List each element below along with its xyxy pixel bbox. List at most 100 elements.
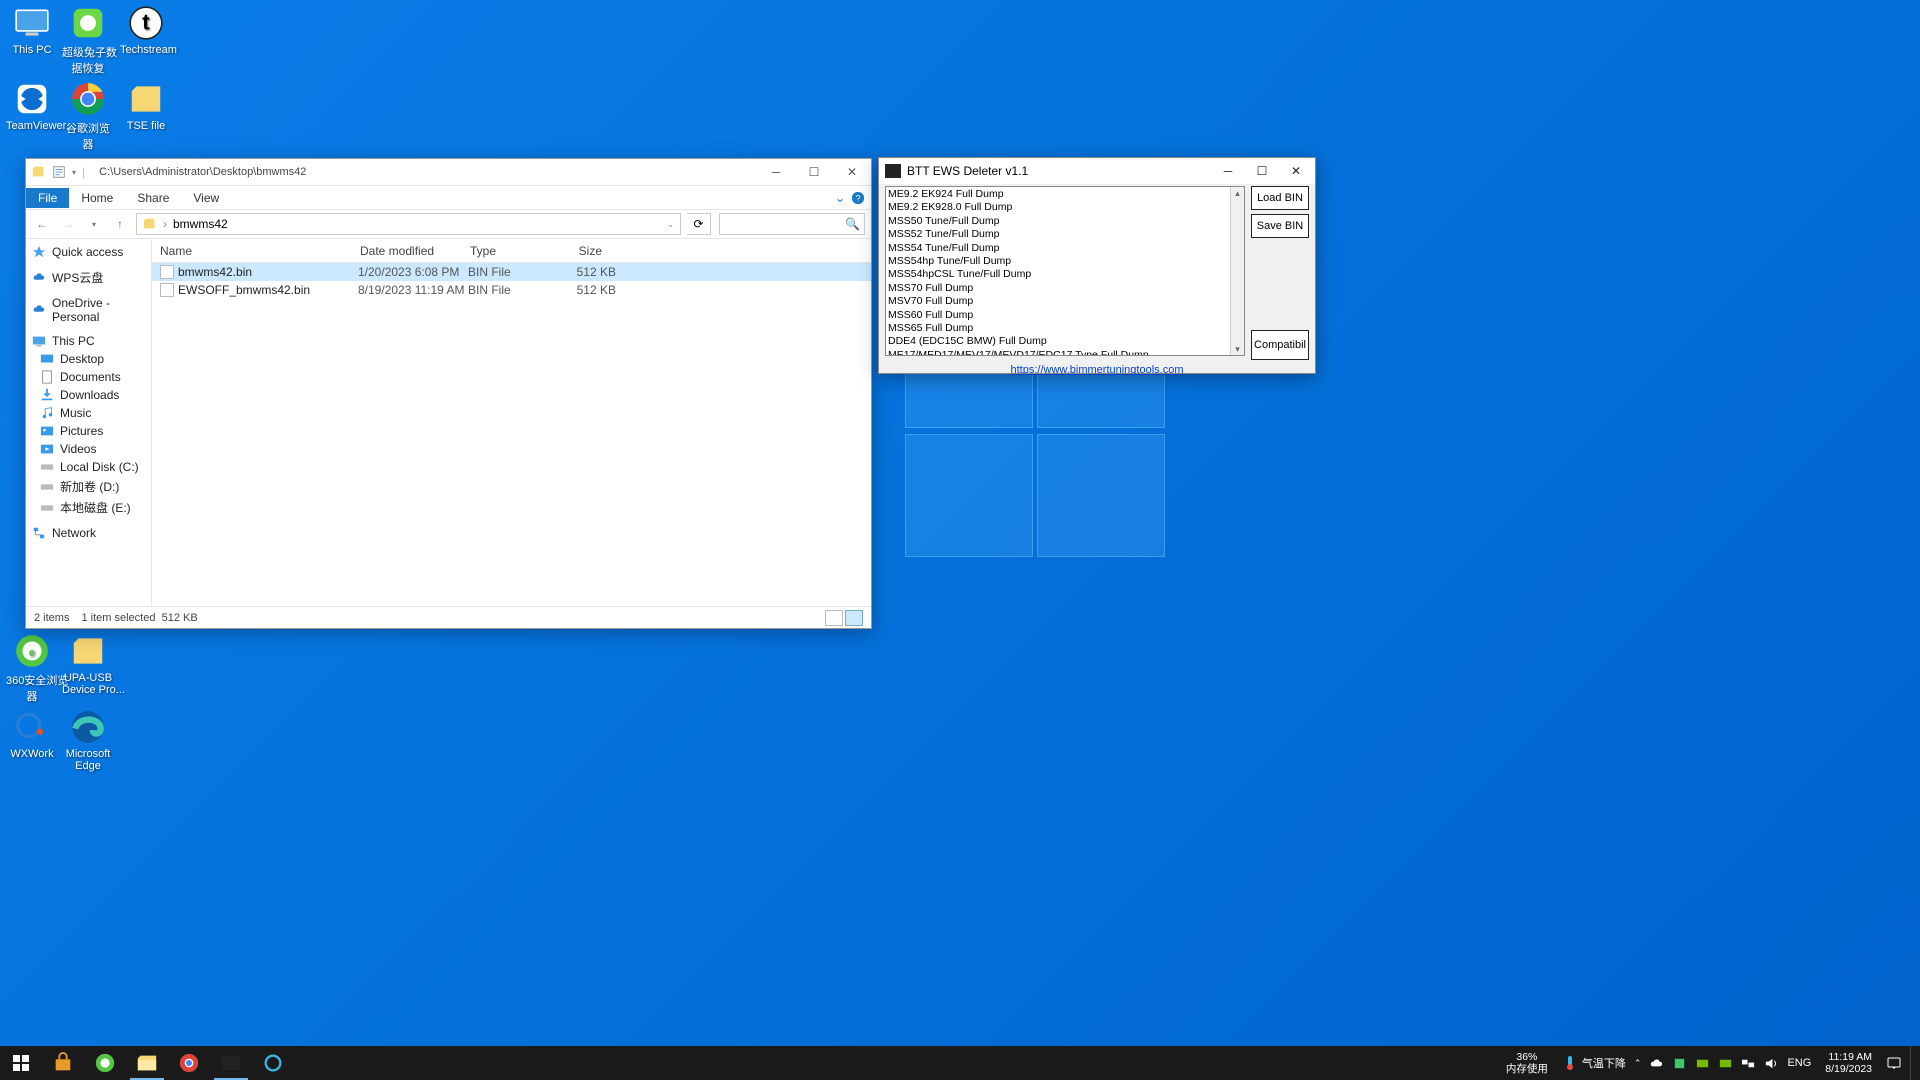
desktop-icon-edge[interactable]: Microsoft Edge: [62, 708, 114, 772]
start-button[interactable]: [0, 1046, 42, 1080]
save-bin-button[interactable]: Save BIN: [1251, 214, 1309, 238]
memory-widget[interactable]: 36%内存使用: [1500, 1051, 1554, 1075]
btt-titlebar[interactable]: BTT EWS Deleter v1.1 ─ ☐ ✕: [879, 158, 1315, 184]
nav-wps[interactable]: WPS云盘: [26, 267, 151, 288]
nav-network[interactable]: Network: [26, 524, 151, 542]
desktop-icon-this-pc[interactable]: This PC: [6, 4, 58, 56]
maximize-button[interactable]: ☐: [795, 161, 833, 183]
chevron-down-icon[interactable]: ⌄: [667, 220, 674, 229]
clock[interactable]: 11:19 AM8/19/2023: [1819, 1051, 1878, 1075]
ribbon-tab-file[interactable]: File: [26, 188, 69, 208]
nav-d-drive[interactable]: 新加卷 (D:): [26, 476, 151, 497]
desktop-icon-wxwork[interactable]: WXWork: [6, 708, 58, 760]
nav-onedrive[interactable]: OneDrive - Personal: [26, 294, 151, 326]
col-name[interactable]: Name: [152, 244, 352, 258]
maximize-button[interactable]: ☐: [1245, 160, 1279, 182]
svg-text:t: t: [142, 9, 150, 34]
nav-e-drive[interactable]: 本地磁盘 (E:): [26, 497, 151, 518]
desktop-icon-chrome[interactable]: 谷歌浏览器: [62, 80, 114, 152]
tb-store[interactable]: [42, 1046, 84, 1080]
file-date: 1/20/2023 6:08 PM: [358, 265, 468, 279]
compatibil-button[interactable]: Compatibil: [1251, 330, 1309, 360]
file-list-pane: Name ⌃ Date modified Type Size bmwms42.b…: [152, 239, 871, 606]
ribbon-tab-home[interactable]: Home: [69, 188, 125, 208]
qat-dropdown-icon[interactable]: ▾: [72, 168, 76, 177]
weather-widget[interactable]: 气温下降: [1562, 1055, 1626, 1071]
system-tray[interactable]: ⌃ ENG: [1634, 1056, 1811, 1071]
ribbon-tab-view[interactable]: View: [181, 188, 231, 208]
tb-360[interactable]: [84, 1046, 126, 1080]
tb-explorer[interactable]: [126, 1046, 168, 1080]
navigation-pane[interactable]: Quick access WPS云盘 OneDrive - Personal T…: [26, 239, 152, 606]
icon-label: Microsoft Edge: [66, 748, 111, 772]
nav-c-drive[interactable]: Local Disk (C:): [26, 458, 151, 476]
search-box[interactable]: 🔍: [719, 213, 865, 235]
chevron-expand-icon[interactable]: ⌄: [835, 191, 845, 205]
tb-cortana[interactable]: [252, 1046, 294, 1080]
scroll-down-icon[interactable]: ▾: [1235, 343, 1240, 355]
nav-downloads[interactable]: Downloads: [26, 386, 151, 404]
onedrive-tray-icon[interactable]: [1649, 1056, 1664, 1071]
properties-icon[interactable]: [52, 165, 66, 179]
file-row[interactable]: EWSOFF_bmwms42.bin8/19/2023 11:19 AMBIN …: [152, 281, 871, 299]
file-name: bmwms42.bin: [178, 265, 358, 279]
back-button[interactable]: ←: [32, 214, 52, 234]
nav-documents[interactable]: Documents: [26, 368, 151, 386]
minimize-button[interactable]: ─: [1211, 160, 1245, 182]
desktop-icon-upa[interactable]: UPA-USB Device Pro...: [62, 632, 114, 696]
icon-label: Techstream: [120, 44, 177, 56]
nvidia-tray-icon[interactable]: [1695, 1056, 1710, 1071]
nav-this-pc[interactable]: This PC: [26, 332, 151, 350]
desktop-icon-techstream[interactable]: tTechstream: [120, 4, 172, 56]
folder-icon: [32, 165, 46, 179]
minimize-button[interactable]: ─: [757, 161, 795, 183]
language-indicator[interactable]: ENG: [1787, 1057, 1811, 1069]
help-icon[interactable]: ?: [851, 191, 865, 205]
refresh-button[interactable]: ⟳: [687, 213, 711, 235]
thermometer-icon: [1562, 1055, 1578, 1071]
tb-chrome[interactable]: [168, 1046, 210, 1080]
view-details[interactable]: [845, 610, 863, 626]
nvidia-tray-icon-2[interactable]: [1718, 1056, 1733, 1071]
explorer-titlebar[interactable]: ▾ | C:\Users\Administrator\Desktop\bmwms…: [26, 159, 871, 185]
breadcrumb[interactable]: › bmwms42 ⌄: [136, 213, 681, 235]
desktop-icon-tse-file[interactable]: TSE file: [120, 80, 172, 132]
log-textbox[interactable]: ME9.2 EK924 Full Dump ME9.2 EK928.0 Full…: [885, 186, 1245, 356]
nav-quick-access[interactable]: Quick access: [26, 243, 151, 261]
nav-music[interactable]: Music: [26, 404, 151, 422]
titlebar-path: C:\Users\Administrator\Desktop\bmwms42: [99, 166, 306, 178]
security-tray-icon[interactable]: [1672, 1056, 1687, 1071]
show-desktop-button[interactable]: [1910, 1046, 1914, 1080]
log-text: ME9.2 EK924 Full Dump ME9.2 EK928.0 Full…: [888, 188, 1149, 356]
close-button[interactable]: ✕: [1279, 160, 1313, 182]
up-button[interactable]: ↑: [110, 214, 130, 234]
action-center-icon[interactable]: [1886, 1055, 1902, 1071]
bimmer-link[interactable]: https://www.bimmertuningtools.com: [1010, 364, 1183, 376]
tb-terminal[interactable]: [210, 1046, 252, 1080]
col-size[interactable]: Size: [550, 244, 610, 258]
ribbon-tab-share[interactable]: Share: [125, 188, 181, 208]
network-tray-icon[interactable]: [1741, 1056, 1756, 1071]
load-bin-button[interactable]: Load BIN: [1251, 186, 1309, 210]
tray-overflow-icon[interactable]: ⌃: [1634, 1058, 1642, 1069]
desktop-icon-superrabbit[interactable]: 超级兔子数 据恢复: [62, 4, 114, 76]
view-large-icons[interactable]: [825, 610, 843, 626]
btt-title-text: BTT EWS Deleter v1.1: [907, 164, 1028, 178]
column-headers[interactable]: Name ⌃ Date modified Type Size: [152, 239, 871, 263]
scrollbar[interactable]: ▴▾: [1230, 187, 1244, 355]
forward-button[interactable]: →: [58, 214, 78, 234]
volume-tray-icon[interactable]: [1764, 1056, 1779, 1071]
nav-pictures[interactable]: Pictures: [26, 422, 151, 440]
crumb-label[interactable]: bmwms42: [173, 217, 228, 231]
nav-desktop[interactable]: Desktop: [26, 350, 151, 368]
icon-label: TSE file: [127, 120, 166, 132]
file-row[interactable]: bmwms42.bin1/20/2023 6:08 PMBIN File512 …: [152, 263, 871, 281]
recent-dropdown[interactable]: ▾: [84, 214, 104, 234]
desktop-icon-360[interactable]: e360安全浏览 器: [6, 632, 58, 704]
scroll-up-icon[interactable]: ▴: [1235, 187, 1240, 199]
desktop-icon-teamviewer[interactable]: TeamViewer: [6, 80, 58, 132]
nav-videos[interactable]: Videos: [26, 440, 151, 458]
close-button[interactable]: ✕: [833, 161, 871, 183]
file-explorer-window: ▾ | C:\Users\Administrator\Desktop\bmwms…: [25, 158, 872, 629]
col-type[interactable]: Type: [462, 244, 550, 258]
